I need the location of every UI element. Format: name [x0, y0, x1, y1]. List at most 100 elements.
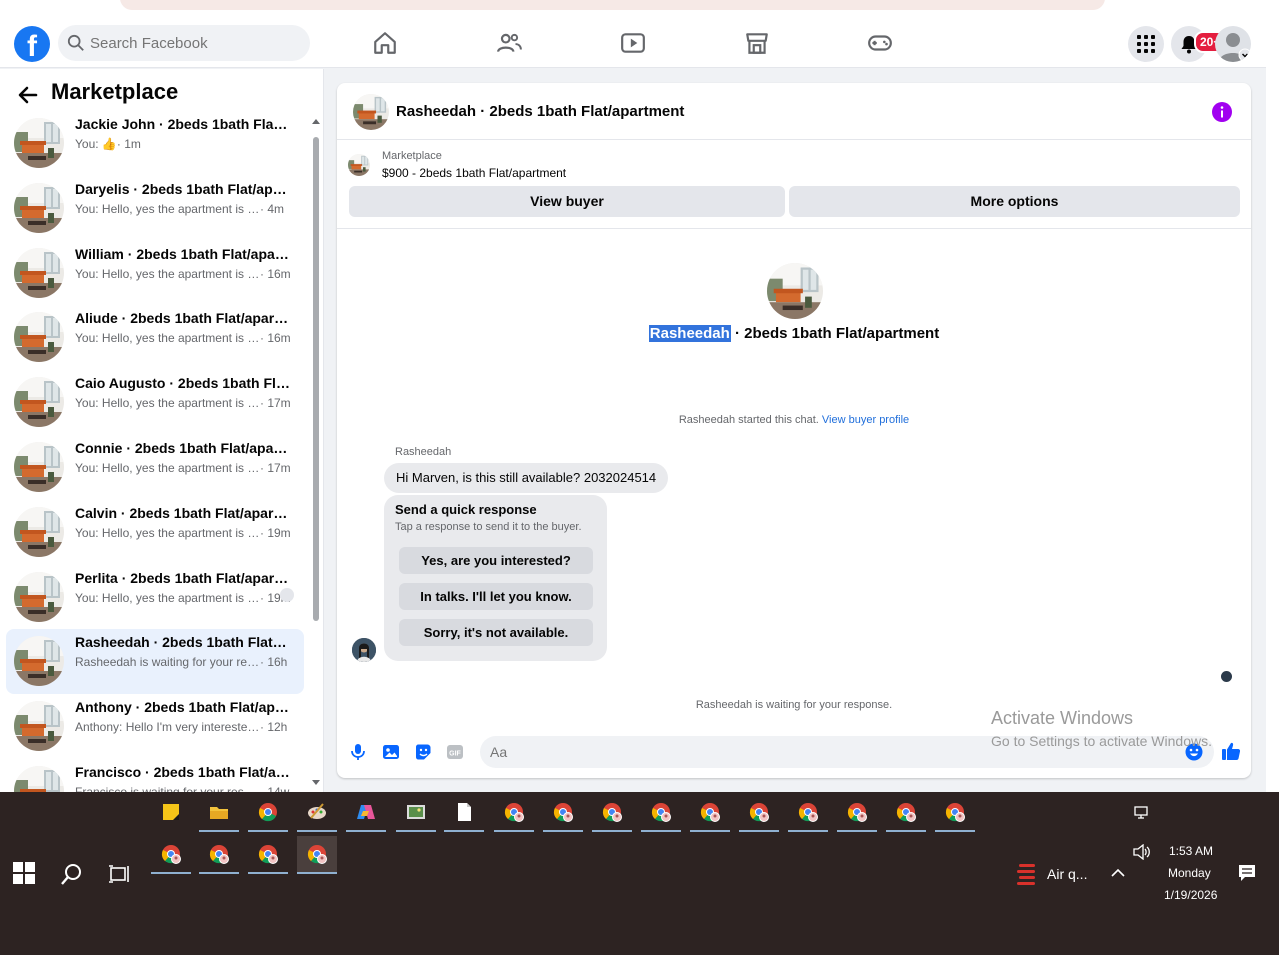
facebook-header: f 20+ [0, 12, 1266, 68]
weather-widget-label[interactable]: Air q... [1047, 866, 1087, 882]
conversation-item[interactable]: William · 2beds 1bath Flat/apartment You:… [6, 241, 304, 306]
clock-date[interactable]: 1/19/2026 [1164, 888, 1217, 902]
search-input[interactable] [90, 25, 300, 61]
listing-thumbnail [14, 636, 64, 687]
chrome-profile-taskbar-icon[interactable] [297, 836, 337, 874]
chrome-profile-taskbar-icon[interactable] [151, 836, 191, 874]
search-box[interactable] [58, 25, 310, 61]
conversation-time: · 4m [260, 201, 284, 216]
chat-panel: Rasheedah · 2beds 1bath Flat/apartment M… [337, 83, 1251, 778]
sticker-icon[interactable] [414, 743, 432, 761]
notepad-taskbar-icon[interactable] [444, 794, 484, 832]
conversation-time: · 19m [260, 525, 291, 540]
volume-icon[interactable] [1133, 844, 1151, 860]
quick-reply-button[interactable]: In talks. I'll let you know. [399, 583, 593, 610]
home-icon[interactable] [372, 30, 398, 56]
sender-avatar[interactable] [352, 638, 376, 662]
browser-address-bar[interactable] [120, 0, 1105, 10]
chevron-up-icon[interactable] [1111, 868, 1125, 878]
photos-taskbar-icon[interactable] [396, 794, 436, 832]
conversation-preview-line: You: Hello, yes the apartment is still a… [75, 267, 295, 281]
conversation-item[interactable]: Caio Augusto · 2beds 1bath Flat/apartmen… [6, 370, 304, 435]
more-options-button[interactable]: More options [789, 186, 1240, 217]
conversation-title: Francisco · 2beds 1bath Flat/apartment [75, 763, 290, 780]
conversation-item[interactable]: Daryelis · 2beds 1bath Flat/apartment You… [6, 176, 304, 241]
menu-button[interactable] [1128, 26, 1164, 62]
chrome-profile-taskbar-icon[interactable] [494, 794, 534, 832]
gif-icon[interactable]: GIF [446, 743, 464, 761]
taskbar-search-icon[interactable] [60, 862, 84, 886]
conversation-preview-line: Anthony: Hello I'm very interested in th… [75, 720, 295, 734]
chat-started-notice: Rasheedah started this chat. View buyer … [337, 414, 1251, 426]
gaming-icon[interactable] [867, 30, 893, 56]
listing-avatar[interactable] [353, 94, 389, 130]
chrome-profile-taskbar-icon[interactable] [935, 794, 975, 832]
quick-reply-button[interactable]: Yes, are you interested? [399, 547, 593, 574]
conversation-title: Perlita · 2beds 1bath Flat/apartment [75, 569, 290, 586]
listing-source-label: Marketplace [382, 150, 442, 162]
back-arrow-icon[interactable] [18, 85, 38, 105]
facebook-logo-icon[interactable]: f [14, 26, 50, 63]
listing-thumbnail [14, 506, 64, 557]
conversation-time: · 1m [116, 137, 141, 151]
waiting-status: Rasheedah is waiting for your response. [695, 699, 893, 711]
listing-thumbnail[interactable] [348, 154, 370, 176]
view-buyer-profile-link[interactable]: View buyer profile [822, 414, 909, 426]
marketplace-icon[interactable] [744, 30, 770, 56]
friends-icon[interactable] [496, 30, 522, 56]
thumbs-up-icon[interactable] [1221, 741, 1241, 761]
windows-start-icon[interactable] [13, 862, 35, 884]
conversation-preview: You: Hello, yes the apartment is still a… [75, 266, 260, 281]
conversation-item[interactable]: Francisco · 2beds 1bath Flat/apartment Fr… [6, 759, 304, 792]
conversation-item[interactable]: Jackie John · 2beds 1bath Flat/apartment… [6, 111, 304, 176]
sidebar-scrollbar[interactable] [311, 113, 321, 792]
chrome-profile-taskbar-icon[interactable] [886, 794, 926, 832]
scrollbar-thumb[interactable] [313, 137, 319, 621]
listing-price-title[interactable]: $900 - 2beds 1bath Flat/apartment [382, 166, 566, 180]
task-view-icon[interactable] [108, 862, 132, 886]
clock-time[interactable]: 1:53 AM [1169, 844, 1213, 858]
chrome-profile-taskbar-icon[interactable] [690, 794, 730, 832]
conversation-item[interactable]: Anthony · 2beds 1bath Flat/apartment Anth… [6, 694, 304, 759]
microphone-icon[interactable] [349, 743, 367, 761]
browser-tab-strip [0, 0, 1279, 12]
emoji-icon[interactable] [1185, 743, 1203, 761]
air-quality-icon[interactable] [1016, 862, 1038, 886]
paint-taskbar-icon[interactable] [297, 794, 337, 832]
page-scrollbar[interactable] [1266, 12, 1279, 792]
clock-day[interactable]: Monday [1168, 866, 1211, 880]
chrome-profile-taskbar-icon[interactable] [788, 794, 828, 832]
chat-title[interactable]: Rasheedah · 2beds 1bath Flat/apartment [396, 103, 684, 120]
network-icon[interactable] [1134, 806, 1150, 820]
scroll-down-arrow-icon[interactable] [312, 780, 320, 785]
conversation-item[interactable]: Perlita · 2beds 1bath Flat/apartment You:… [6, 565, 304, 630]
conversation-item[interactable]: Rasheedah · 2beds 1bath Flat/apartment Ra… [6, 629, 304, 695]
scroll-up-arrow-icon[interactable] [312, 119, 320, 124]
account-avatar[interactable] [1215, 26, 1251, 62]
conversation-item[interactable]: Connie · 2beds 1bath Flat/apartment You: … [6, 435, 304, 500]
chrome-profile-taskbar-icon[interactable] [739, 794, 779, 832]
sticky-notes-taskbar-icon[interactable] [151, 794, 191, 832]
quick-response-title: Send a quick response [395, 502, 537, 517]
chrome-profile-taskbar-icon[interactable] [248, 836, 288, 874]
video-icon[interactable] [620, 30, 646, 56]
chrome-profile-taskbar-icon[interactable] [543, 794, 583, 832]
chrome-profile-taskbar-icon[interactable] [837, 794, 877, 832]
conversation-time: · 14w [260, 784, 290, 792]
conversation-item[interactable]: Aliude · 2beds 1bath Flat/apartment You: … [6, 305, 304, 370]
conversation-item[interactable]: Calvin · 2beds 1bath Flat/apartment You: … [6, 500, 304, 565]
photo-icon[interactable] [382, 743, 400, 761]
notification-center-icon[interactable] [1238, 864, 1256, 882]
view-buyer-button[interactable]: View buyer [349, 186, 785, 217]
chrome-profile-taskbar-icon[interactable] [592, 794, 632, 832]
chrome-profile-taskbar-icon[interactable] [199, 836, 239, 874]
copilot-taskbar-icon[interactable] [346, 794, 386, 832]
incoming-message-bubble[interactable]: Hi Marven, is this still available? 2032… [384, 463, 669, 493]
chrome-taskbar-icon[interactable] [248, 794, 288, 832]
file-explorer-taskbar-icon[interactable] [199, 794, 239, 832]
quick-reply-button[interactable]: Sorry, it's not available. [399, 619, 593, 646]
info-icon[interactable] [1212, 102, 1232, 122]
chrome-profile-taskbar-icon[interactable] [641, 794, 681, 832]
message-input[interactable] [480, 736, 1214, 768]
windows-taskbar: Air q... 1:53 AM Monday 1/19/2026 [0, 792, 1279, 955]
